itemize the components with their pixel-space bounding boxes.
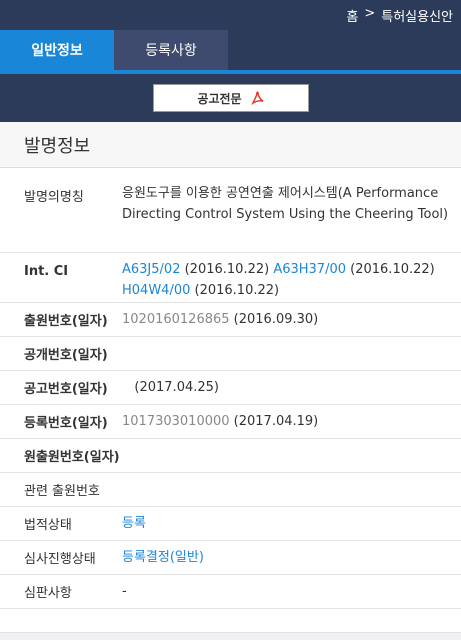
section-title: 발명정보: [24, 135, 91, 157]
breadcrumb-current[interactable]: 특허실용신안: [381, 6, 453, 25]
label-exam-status: 심사진행상태: [24, 552, 96, 567]
value-application: 1020160126865 (2016.09.30): [122, 309, 461, 330]
pdf-icon: [250, 91, 263, 105]
legal-status-link[interactable]: 등록: [122, 516, 146, 531]
label-invention-name: 발명의명칭: [24, 190, 84, 205]
row-original-application: 원출원번호(일자): [0, 439, 461, 473]
ipc-date: (2016.10.22): [194, 283, 280, 298]
value-trial: -: [122, 584, 127, 599]
ipc-date: (2016.10.22): [350, 262, 435, 277]
bottom-strip: [0, 632, 461, 640]
label-related-application: 관련 출원번호: [24, 484, 100, 499]
breadcrumb: 홈 > 특허실용신안: [346, 6, 453, 25]
row-related-application: 관련 출원번호: [0, 473, 461, 507]
value-legal-status: 등록: [122, 513, 461, 534]
value-exam-status: 등록결정(일반): [122, 547, 461, 568]
label-trial: 심판사항: [24, 586, 72, 601]
exam-status-link[interactable]: 등록결정(일반): [122, 550, 204, 565]
value-invention-name: 응원도구를 이용한 공연연출 제어시스템(A Performance Direc…: [122, 186, 449, 222]
tab-registration[interactable]: 등록사항: [114, 30, 228, 70]
value-announcement: (2017.04.25): [122, 377, 461, 398]
ipc-link[interactable]: A63H37/00: [273, 262, 346, 277]
label-registration: 등록번호(일자): [24, 416, 108, 431]
registration-number: 1017303010000: [122, 414, 230, 429]
row-registration: 등록번호(일자) 1017303010000 (2017.04.19): [0, 405, 461, 439]
application-date: (2016.09.30): [233, 312, 319, 327]
row-application: 출원번호(일자) 1020160126865 (2016.09.30): [0, 303, 461, 337]
announcement-button-label: 공고전문: [197, 91, 242, 106]
value-int-cl: A63J5/02 (2016.10.22) A63H37/00 (2016.10…: [122, 259, 461, 302]
label-original-application: 원출원번호(일자): [24, 450, 120, 465]
tab-bar: 일반정보 등록사항: [0, 30, 461, 70]
value-registration: 1017303010000 (2017.04.19): [122, 411, 461, 432]
tab-general-info[interactable]: 일반정보: [0, 30, 114, 70]
row-announcement: 공고번호(일자) (2017.04.25): [0, 371, 461, 405]
label-publication: 공개번호(일자): [24, 348, 108, 363]
row-invention-name: 발명의명칭 응원도구를 이용한 공연연출 제어시스템(A Performance…: [0, 168, 461, 253]
invention-info-table: 발명의명칭 응원도구를 이용한 공연연출 제어시스템(A Performance…: [0, 168, 461, 609]
announcement-date: (2017.04.25): [134, 380, 219, 395]
row-publication: 공개번호(일자): [0, 337, 461, 371]
row-int-cl: Int. CI A63J5/02 (2016.10.22) A63H37/00 …: [0, 253, 461, 303]
breadcrumb-separator: >: [364, 6, 376, 21]
label-announcement: 공고번호(일자): [24, 382, 108, 397]
application-number: 1020160126865: [122, 312, 230, 327]
label-legal-status: 법적상태: [24, 518, 72, 533]
notice-bar: 공고전문: [0, 74, 461, 122]
label-int-cl: Int. CI: [24, 264, 69, 279]
row-legal-status: 법적상태 등록: [0, 507, 461, 541]
announcement-full-text-button[interactable]: 공고전문: [152, 84, 309, 112]
section-header: 발명정보: [0, 122, 461, 168]
row-exam-status: 심사진행상태 등록결정(일반): [0, 541, 461, 575]
label-application: 출원번호(일자): [24, 314, 108, 329]
top-bar: 홈 > 특허실용신안: [0, 0, 461, 30]
breadcrumb-home[interactable]: 홈: [346, 6, 358, 25]
ipc-date: (2016.10.22): [184, 262, 270, 277]
ipc-link[interactable]: H04W4/00: [122, 283, 190, 298]
row-trial: 심판사항 -: [0, 575, 461, 609]
registration-date: (2017.04.19): [233, 414, 319, 429]
ipc-link[interactable]: A63J5/02: [122, 262, 180, 277]
